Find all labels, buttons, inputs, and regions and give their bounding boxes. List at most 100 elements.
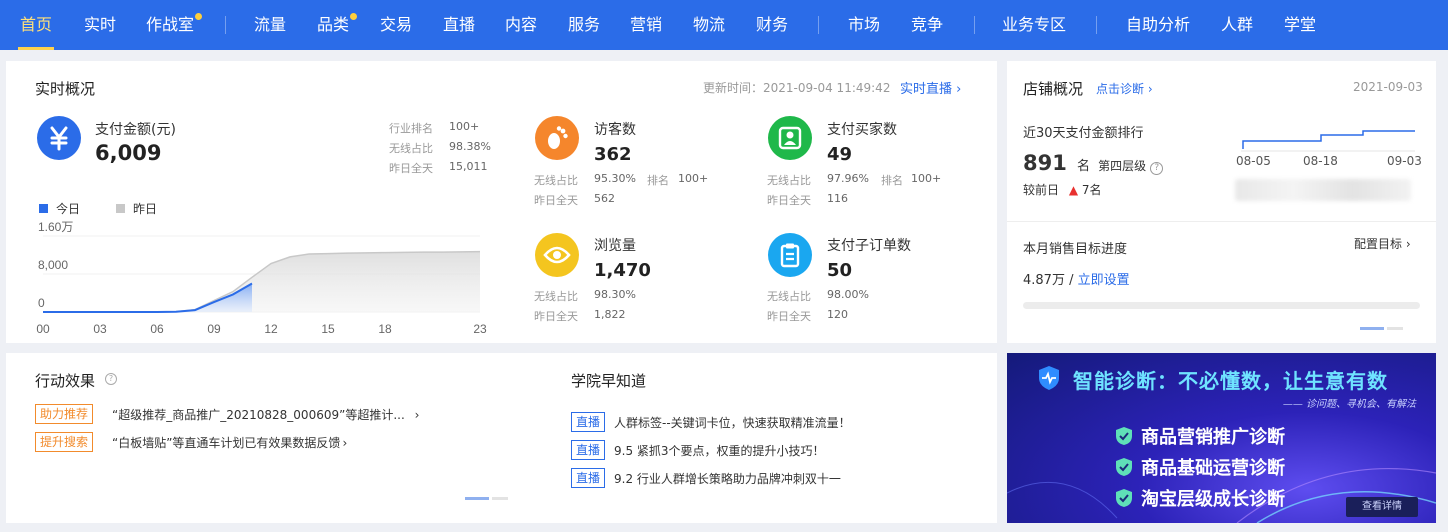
pay-amount-trend-chart: 0 8,000 1.60万 00 03 06 09 12 15 18 23 — [36, 220, 487, 336]
help-icon[interactable]: ? — [1150, 162, 1164, 175]
buyers-label: 支付买家数 — [827, 122, 897, 138]
boost-search-tag: 提升搜索 — [35, 432, 94, 452]
yesterday-label: 昨日全天 — [767, 310, 811, 323]
nav-realtime[interactable]: 实时 — [84, 0, 116, 50]
rank-block: 891 名 第四层级 ? — [1023, 151, 1164, 175]
nav-finance[interactable]: 财务 — [756, 0, 788, 50]
x-tick-label: 18 — [378, 322, 392, 336]
diagnose-link[interactable]: 点击诊断 › — [1096, 80, 1153, 97]
carousel-dot[interactable] — [492, 497, 508, 500]
academy-item[interactable]: 人群标签--关键词卡位，快速获取精准流量！ — [614, 414, 851, 431]
live-link[interactable]: 实时直播 › — [900, 78, 961, 97]
x-tick-label: 06 — [150, 322, 164, 336]
smart-diagnosis-banner[interactable]: 智能诊断：不必懂数，让生意有数 —— 诊问题、寻机会、有解法 商品营销推广诊断 … — [1007, 353, 1436, 523]
banner-subtitle: —— 诊问题、寻机会、有解法 — [1282, 399, 1416, 410]
wireless-ratio-value: 95.30% — [594, 172, 636, 185]
shield-check-icon — [1116, 427, 1132, 445]
legend-swatch — [116, 204, 125, 213]
banner-item: 商品营销推广诊断 — [1141, 427, 1285, 448]
carousel-dot-active[interactable] — [465, 497, 489, 500]
yesterday-value: 1,822 — [594, 308, 626, 321]
x-tick-label: 23 — [473, 322, 487, 336]
shield-check-icon — [1116, 458, 1132, 476]
y-tick-label: 0 — [38, 296, 45, 310]
nav-crowd[interactable]: 人群 — [1221, 0, 1253, 50]
rank-value: 891 — [1023, 151, 1067, 175]
x-tick-label: 00 — [36, 322, 50, 336]
eye-icon — [535, 233, 579, 277]
chevron-right-icon: › — [1147, 82, 1153, 96]
action-item[interactable]: “超级推荐_商品推广_20210828_000609”等超推计... › — [112, 406, 419, 423]
nav-category[interactable]: 品类 — [317, 0, 358, 50]
compare-label: 较前日 — [1023, 183, 1060, 197]
legend-today: 今日 — [39, 200, 80, 217]
nav-live[interactable]: 直播 — [443, 0, 475, 50]
compare-block: 较前日 ▲ 7名 — [1023, 181, 1102, 198]
nav-academy[interactable]: 学堂 — [1284, 0, 1316, 50]
config-target-link[interactable]: 配置目标 › — [1354, 235, 1411, 252]
nav-market[interactable]: 市场 — [848, 0, 880, 50]
nav-competition[interactable]: 竞争 — [911, 0, 943, 50]
yesterday-value: 116 — [827, 192, 848, 205]
target-title: 本月销售目标进度 — [1023, 242, 1128, 257]
pageviews-label: 浏览量 — [594, 238, 636, 254]
new-dot-icon — [195, 13, 203, 20]
mini-date: 08-05 — [1236, 154, 1271, 168]
rank-label: 排名 — [881, 174, 903, 187]
clipboard-icon — [768, 233, 812, 277]
banner-item: 商品基础运营诊断 — [1141, 458, 1285, 479]
wireless-ratio-label: 无线占比 — [767, 290, 811, 303]
help-icon[interactable]: ? — [105, 373, 117, 385]
x-tick-label: 15 — [321, 322, 335, 336]
chevron-right-icon: › — [956, 82, 962, 97]
yesterday-label: 昨日全天 — [767, 194, 811, 207]
nav-divider — [225, 16, 226, 34]
rank-mini-chart — [1241, 130, 1415, 152]
academy-item[interactable]: 9.5 紧抓3个要点，权重的提升小技巧！ — [614, 442, 825, 459]
mini-date: 08-18 — [1303, 154, 1338, 168]
academy-item[interactable]: 9.2 行业人群增长策略助力品牌冲刺双十一 — [614, 470, 841, 487]
pageviews-value: 1,470 — [594, 260, 651, 281]
yen-icon — [37, 116, 81, 160]
carousel-dot[interactable] — [1387, 327, 1403, 330]
buyers-icon — [768, 116, 812, 160]
nav-marketing[interactable]: 营销 — [630, 0, 662, 50]
blurred-rank-info — [1235, 179, 1411, 201]
target-value-block: 4.87万 / 立即设置 — [1023, 269, 1130, 288]
action-effect-title: 行动效果 — [35, 372, 96, 390]
yesterday-label: 昨日全天 — [389, 162, 433, 175]
shop-overview-card: 店铺概况 点击诊断 › 2021-09-03 近30天支付金额排行 891 名 … — [1007, 61, 1436, 343]
card-title: 店铺概况 — [1023, 80, 1084, 98]
nav-war-room[interactable]: 作战室 — [146, 0, 203, 50]
pay-amount-value: 6,009 — [95, 141, 162, 165]
wireless-ratio-value: 98.00% — [827, 288, 869, 301]
y-tick-label: 8,000 — [38, 258, 68, 272]
nav-business-zone[interactable]: 业务专区 — [1002, 0, 1066, 50]
action-item[interactable]: “白板墙贴”等直通车计划已有效果数据反馈 › — [112, 434, 347, 451]
nav-trade[interactable]: 交易 — [380, 0, 412, 50]
nav-content[interactable]: 内容 — [505, 0, 537, 50]
rank-label: 排名 — [647, 174, 669, 187]
nav-logistics[interactable]: 物流 — [693, 0, 725, 50]
nav-divider — [818, 16, 819, 34]
live-tag: 直播 — [571, 468, 606, 488]
banner-item: 淘宝层级成长诊断 — [1141, 489, 1285, 510]
carousel-dot-active[interactable] — [1360, 327, 1384, 330]
chevron-right-icon: › — [1405, 237, 1411, 251]
yesterday-value: 562 — [594, 192, 615, 205]
card-title: 实时概况 — [35, 80, 96, 98]
chevron-right-icon: › — [414, 408, 420, 422]
compare-value: 7名 — [1081, 183, 1102, 197]
nav-self-analysis[interactable]: 自助分析 — [1126, 0, 1190, 50]
nav-home[interactable]: 首页 — [17, 0, 55, 50]
academy-title: 学院早知道 — [571, 372, 647, 390]
view-details-button[interactable]: 查看详情 — [1346, 497, 1418, 517]
nav-traffic[interactable]: 流量 — [254, 0, 286, 50]
top-nav: 首页 实时 作战室 流量 品类 交易 直播 内容 服务 营销 物流 财务 市场 … — [0, 0, 1448, 50]
nav-service[interactable]: 服务 — [568, 0, 600, 50]
y-tick-label: 1.60万 — [38, 220, 73, 234]
shield-pulse-icon — [1039, 366, 1059, 390]
arrow-up-icon: ▲ — [1068, 183, 1079, 197]
legend-yesterday: 昨日 — [116, 200, 157, 217]
set-target-link[interactable]: 立即设置 — [1078, 273, 1130, 288]
